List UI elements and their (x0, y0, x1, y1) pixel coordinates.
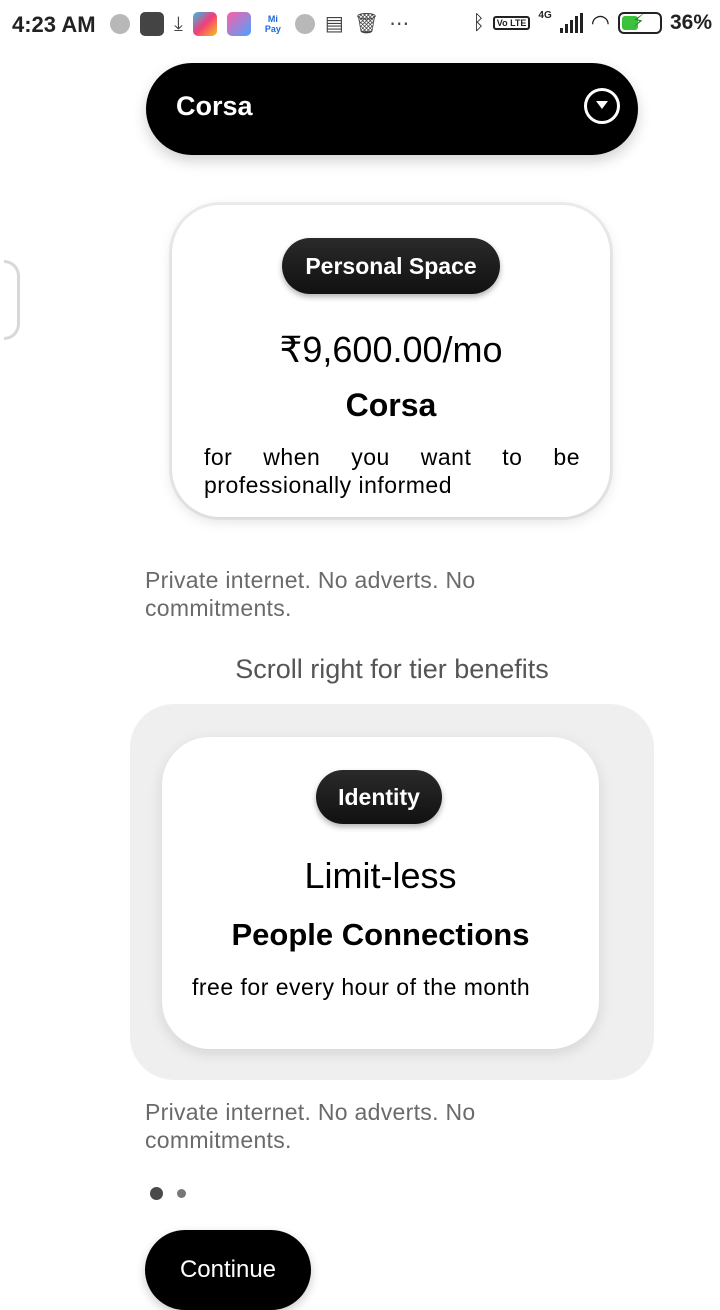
status-bar: 4:23 AM ⤓ Mi Pay ▤ 🗑 ⋯ ᛒ Vo LTE 4G ◠ ⚡ 36… (0, 0, 720, 52)
lte-icon: Vo LTE (492, 16, 531, 30)
app-icon (140, 12, 164, 36)
benefit-description: free for every hour of the month (192, 974, 531, 1000)
scroll-hint: Scroll right for tier benefits (235, 654, 549, 684)
system-icons: ᛒ Vo LTE 4G ◠ ⚡ 36% (473, 10, 712, 36)
status-time: 4:23 AM (12, 12, 96, 37)
selected-plan-label: Corsa (176, 91, 253, 121)
benefit-card: Identity Limit-less People Connections f… (162, 737, 599, 1049)
wifi-icon: ◠ (590, 10, 610, 35)
game-icon (192, 12, 217, 36)
plan-price: ₹9,600.00/mo (279, 329, 503, 370)
shortcut-icon (226, 12, 251, 36)
plan-card: Personal Space ₹9,600.00/mo Corsa for wh… (172, 205, 610, 517)
benefit-title: People Connections (231, 917, 530, 952)
calendar-icon: ▤ (324, 13, 344, 35)
plan-description: for when you want to be professionally i… (204, 444, 580, 498)
battery-icon: ⚡ (617, 11, 662, 34)
plan-selector-dropdown[interactable]: Corsa (146, 63, 638, 155)
mi-pay-icon: Mi Pay (264, 14, 281, 34)
chevron-down-icon[interactable] (584, 88, 620, 124)
benefit-headline: Limit-less (304, 855, 457, 896)
plan-type-badge: Personal Space (282, 238, 500, 294)
page-dot[interactable] (177, 1189, 186, 1198)
plan-title: Corsa (345, 387, 437, 423)
side-drawer-handle[interactable] (4, 260, 20, 340)
notification-dot-icon (110, 14, 130, 34)
benefit-category-badge: Identity (316, 770, 442, 824)
plan-note: Private internet. No adverts. No commitm… (145, 567, 476, 621)
notification-icons: ⤓ Mi Pay ▤ 🗑 ⋯ (110, 12, 409, 36)
bluetooth-icon: ᛒ (472, 11, 485, 34)
notification-dot-icon (294, 14, 315, 34)
network-type: 4G (538, 10, 552, 21)
benefit-note: Private internet. No adverts. No commitm… (145, 1099, 476, 1153)
carousel-pagination (150, 1187, 186, 1200)
continue-button[interactable]: Continue (145, 1230, 311, 1310)
more-icon: ⋯ (389, 13, 410, 35)
battery-percent: 36% (669, 11, 712, 34)
download-icon: ⤓ (174, 13, 183, 35)
trash-icon: 🗑 (353, 13, 380, 35)
page-dot-active[interactable] (150, 1187, 163, 1200)
signal-icon (559, 13, 583, 33)
